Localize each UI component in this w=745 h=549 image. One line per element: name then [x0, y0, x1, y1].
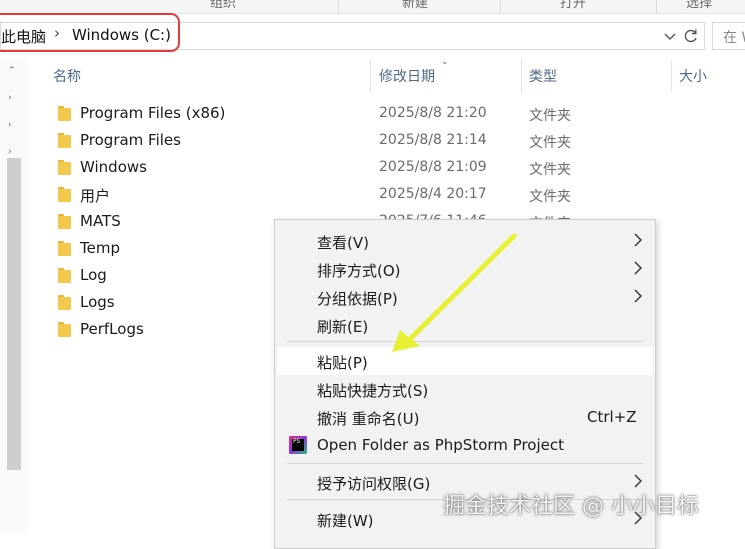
search-placeholder: 在 W	[723, 30, 745, 46]
file-name: 用户	[80, 187, 111, 205]
nav-expand-icon[interactable]: ›	[8, 93, 12, 103]
file-type: 文件夹	[529, 108, 571, 124]
file-name: Logs	[80, 293, 115, 311]
file-name: Program Files (x86)	[80, 104, 226, 122]
menu-item-label: 分组依据(P)	[317, 290, 398, 308]
ribbon-divider	[500, 0, 501, 13]
phpstorm-icon: PS	[289, 436, 307, 454]
folder-icon	[58, 187, 71, 202]
menu-item-refresh[interactable]: 刷新(E)	[275, 311, 655, 339]
file-name: Program Files	[80, 131, 181, 149]
file-name: PerfLogs	[80, 320, 144, 338]
menu-item-phpstorm[interactable]: PS Open Folder as PhpStorm Project	[275, 431, 655, 459]
folder-icon	[58, 268, 71, 283]
menu-item-group[interactable]: 分组依据(P)	[275, 283, 655, 311]
file-type: 文件夹	[529, 162, 571, 178]
file-date: 2025/8/8 21:20	[379, 105, 487, 121]
file-row[interactable]: Windows 2025/8/8 21:09 文件夹	[40, 154, 660, 181]
file-date: 2025/8/8 21:14	[379, 132, 487, 148]
menu-item-label: 撤消 重命名(U)	[317, 410, 420, 428]
watermark: 掘金技术社区 @ 小小目标	[443, 494, 699, 519]
file-type: 文件夹	[529, 189, 571, 205]
menu-item-label: 排序方式(O)	[317, 262, 401, 280]
file-type: 文件夹	[529, 135, 571, 151]
file-name: Windows	[80, 158, 147, 176]
folder-icon	[58, 133, 71, 148]
navigation-pane: ⌃ › › ›	[0, 58, 28, 534]
nav-scrollbar-thumb[interactable]	[7, 158, 21, 470]
menu-item-sort[interactable]: 排序方式(O)	[275, 255, 655, 283]
breadcrumb-separator-icon[interactable]: ›	[54, 24, 60, 42]
scroll-up-icon[interactable]: ⌃	[8, 66, 16, 76]
menu-item-paste[interactable]: 粘贴(P)	[277, 347, 653, 375]
column-divider[interactable]	[521, 60, 522, 92]
file-row[interactable]: Program Files 2025/8/8 21:14 文件夹	[40, 127, 660, 154]
ribbon-divider	[338, 0, 339, 13]
column-header-date[interactable]: 修改日期	[379, 66, 435, 86]
column-header-name[interactable]: 名称	[53, 66, 81, 86]
menu-item-paste-shortcut[interactable]: 粘贴快捷方式(S)	[275, 375, 655, 403]
chevron-right-icon	[634, 261, 642, 275]
ribbon: 组织 新建 打开 选择	[0, 0, 745, 14]
menu-item-label: 新建(W)	[317, 512, 374, 530]
menu-separator	[287, 463, 643, 464]
menu-item-label: 粘贴快捷方式(S)	[317, 382, 429, 400]
menu-item-undo[interactable]: 撤消 重命名(U) Ctrl+Z	[275, 403, 655, 431]
column-header-type[interactable]: 类型	[529, 66, 557, 86]
file-name: Temp	[80, 239, 120, 257]
chevron-right-icon	[634, 289, 642, 303]
folder-icon	[58, 295, 71, 310]
ribbon-group-organize[interactable]: 组织	[210, 0, 236, 11]
nav-expand-icon[interactable]: ›	[8, 147, 12, 157]
menu-item-shortcut: Ctrl+Z	[587, 408, 637, 426]
chevron-right-icon	[634, 233, 642, 247]
file-date: 2025/8/8 21:09	[379, 159, 487, 175]
folder-icon	[58, 160, 71, 175]
ribbon-divider	[656, 0, 657, 13]
folder-icon	[58, 322, 71, 337]
folder-icon	[58, 106, 71, 121]
folder-icon	[58, 214, 71, 229]
menu-item-label: Open Folder as PhpStorm Project	[317, 436, 564, 454]
menu-item-label: 授予访问权限(G)	[317, 475, 431, 493]
column-divider[interactable]	[671, 60, 672, 92]
menu-item-view[interactable]: 查看(V)	[275, 227, 655, 255]
nav-expand-icon[interactable]: ›	[8, 120, 12, 130]
menu-item-label: 刷新(E)	[317, 318, 369, 336]
breadcrumb-this-pc[interactable]: 此电脑	[1, 26, 46, 47]
ribbon-group-new[interactable]: 新建	[402, 0, 428, 11]
search-box[interactable]: 在 W	[712, 22, 745, 50]
file-date: 2025/8/4 20:17	[379, 186, 487, 202]
folder-icon	[58, 241, 71, 256]
menu-item-label: 查看(V)	[317, 234, 369, 252]
menu-item-label: 粘贴(P)	[317, 354, 368, 372]
file-row[interactable]: Program Files (x86) 2025/8/8 21:20 文件夹	[40, 100, 660, 127]
file-name: Log	[80, 266, 107, 284]
file-name: MATS	[80, 212, 121, 230]
sort-descending-icon: ⌄	[441, 57, 449, 67]
file-row[interactable]: 用户 2025/8/4 20:17 文件夹	[40, 181, 660, 208]
menu-separator	[287, 341, 643, 342]
chevron-down-icon[interactable]	[660, 26, 680, 46]
column-header-size[interactable]: 大小	[679, 66, 707, 86]
refresh-icon[interactable]	[682, 26, 700, 46]
ribbon-group-select[interactable]: 选择	[686, 0, 712, 11]
breadcrumb-drive-c[interactable]: Windows (C:)	[72, 26, 171, 44]
ribbon-group-open[interactable]: 打开	[560, 0, 586, 11]
column-divider[interactable]	[370, 60, 371, 92]
